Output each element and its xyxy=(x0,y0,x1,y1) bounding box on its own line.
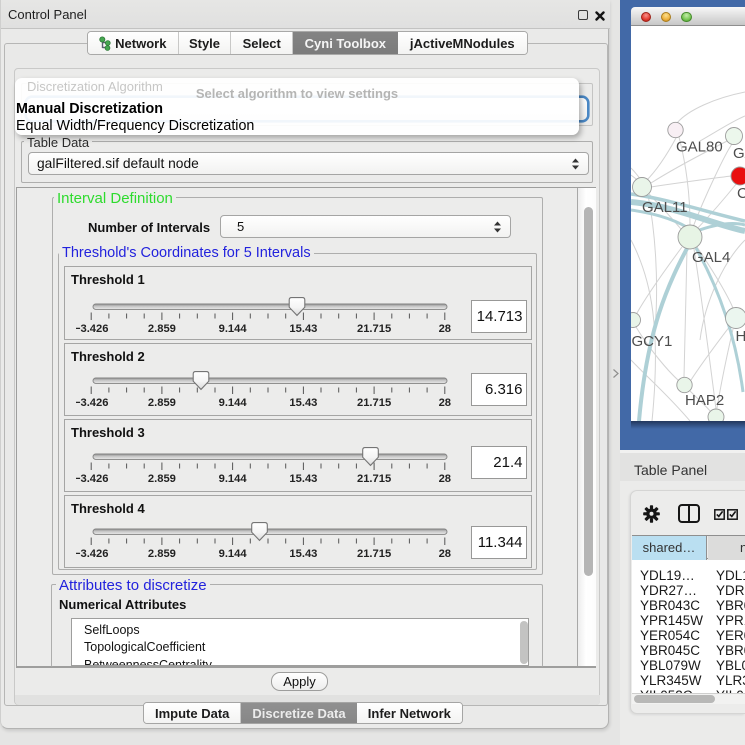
svg-text:15.43: 15.43 xyxy=(289,547,317,559)
svg-text:15.43: 15.43 xyxy=(289,323,317,335)
svg-text:HIS4: HIS4 xyxy=(736,328,745,345)
svg-text:9.144: 9.144 xyxy=(219,397,248,409)
svg-text:CYC8: CYC8 xyxy=(737,185,745,202)
svg-text:28: 28 xyxy=(439,397,451,409)
svg-text:−3.426: −3.426 xyxy=(76,547,108,559)
svg-text:21.715: 21.715 xyxy=(357,323,391,335)
svg-text:2.859: 2.859 xyxy=(148,547,176,559)
svg-text:GAL80: GAL80 xyxy=(676,139,723,156)
svg-text:21.715: 21.715 xyxy=(357,397,391,409)
svg-text:28: 28 xyxy=(439,547,451,559)
svg-text:−3.426: −3.426 xyxy=(76,323,108,335)
svg-text:2.859: 2.859 xyxy=(148,472,176,484)
svg-text:−3.426: −3.426 xyxy=(76,472,108,484)
svg-text:28: 28 xyxy=(439,472,451,484)
svg-text:HAP2: HAP2 xyxy=(685,392,724,409)
svg-text:2.859: 2.859 xyxy=(148,323,176,335)
svg-text:GCY1: GCY1 xyxy=(632,333,673,350)
svg-text:2.859: 2.859 xyxy=(148,397,176,409)
svg-text:GAL4: GAL4 xyxy=(692,249,730,266)
svg-text:21.715: 21.715 xyxy=(357,472,391,484)
svg-text:−3.426: −3.426 xyxy=(76,397,108,409)
svg-text:GAL11: GAL11 xyxy=(642,199,688,216)
svg-text:21.715: 21.715 xyxy=(357,547,391,559)
svg-text:9.144: 9.144 xyxy=(219,472,248,484)
svg-text:9.144: 9.144 xyxy=(219,323,248,335)
svg-text:GAL80: GAL80 xyxy=(733,145,745,162)
svg-text:9.144: 9.144 xyxy=(219,547,248,559)
svg-text:15.43: 15.43 xyxy=(289,397,317,409)
svg-text:28: 28 xyxy=(439,323,451,335)
svg-text:15.43: 15.43 xyxy=(289,472,317,484)
